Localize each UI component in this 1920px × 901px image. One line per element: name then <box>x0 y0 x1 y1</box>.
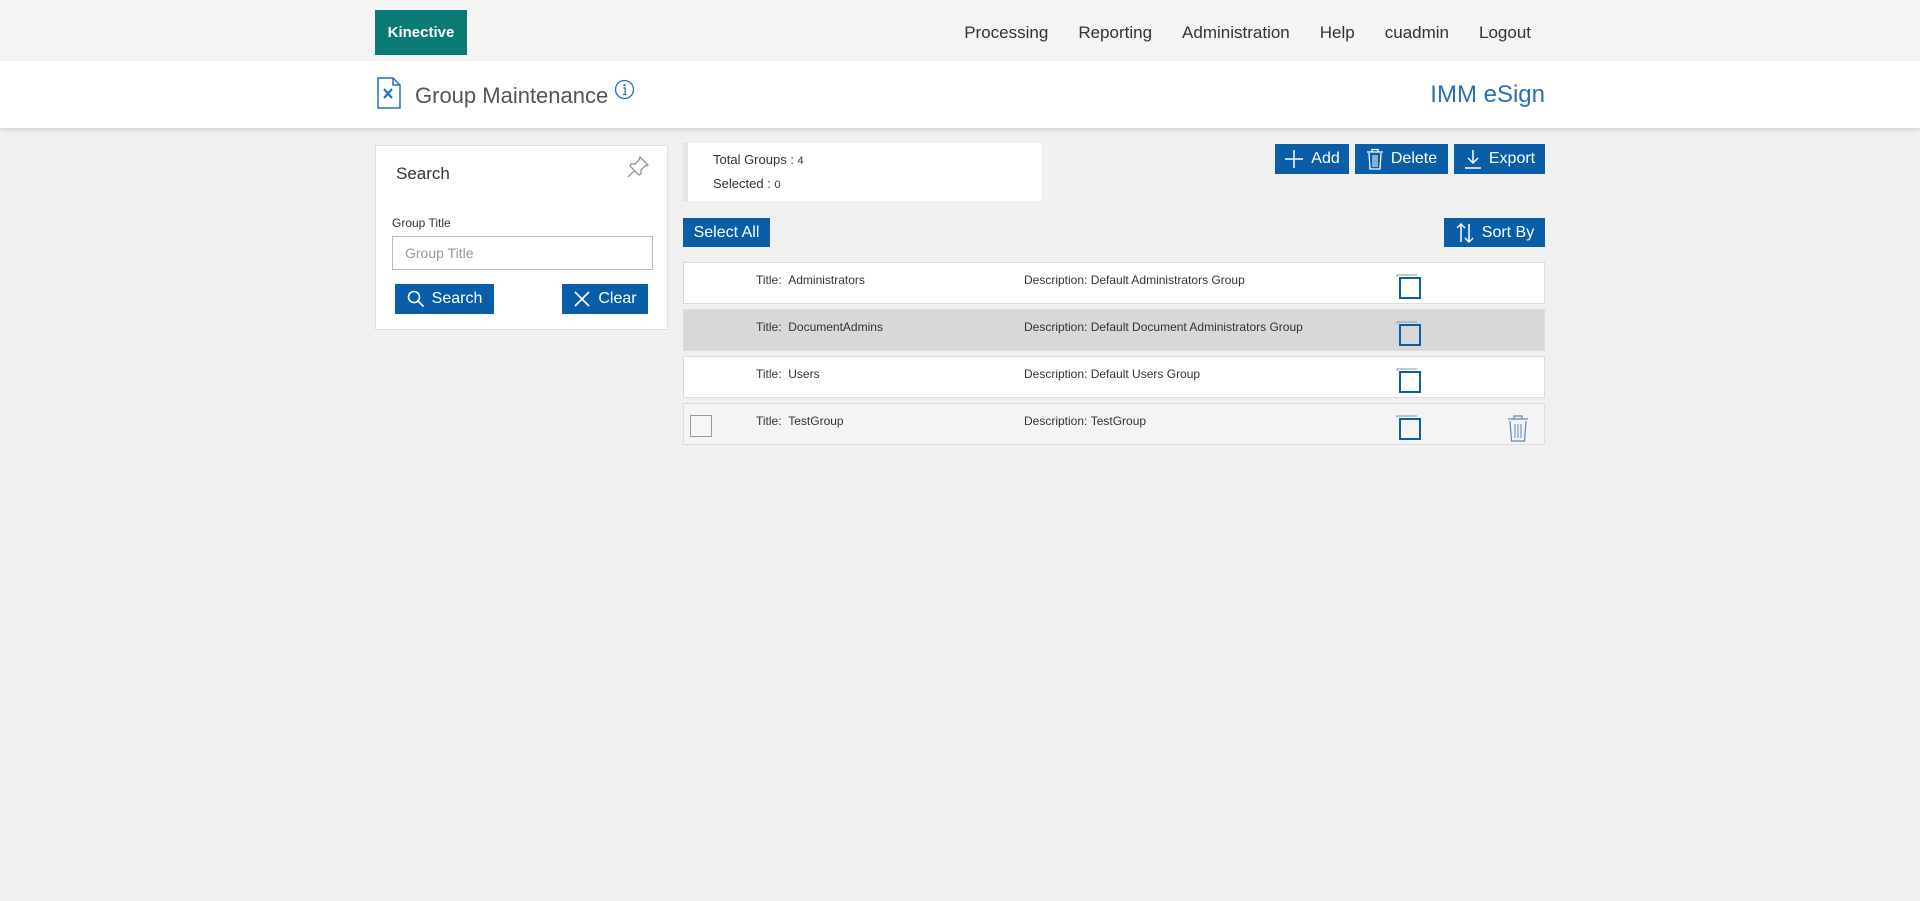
group-row[interactable]: Title: DocumentAdmins Description: Defau… <box>683 309 1545 351</box>
row-title: Title: Users <box>756 367 820 381</box>
groups-summary: Total Groups : 4 Selected : 0 <box>683 143 1042 201</box>
row-title: Title: TestGroup <box>756 414 844 428</box>
copy-icon[interactable] <box>1395 414 1423 447</box>
nav-logout[interactable]: Logout <box>1479 23 1531 43</box>
group-description: TestGroup <box>1090 414 1147 428</box>
page-title: Group Maintenance <box>415 83 609 108</box>
group-row[interactable]: Title: Administrators Description: Defau… <box>683 262 1545 304</box>
row-description: Description: Default Document Administra… <box>1024 320 1303 334</box>
nav-administration[interactable]: Administration <box>1182 23 1290 43</box>
select-all-label: Select All <box>693 223 760 241</box>
row-description: Description: Default Users Group <box>1024 367 1201 381</box>
group-row[interactable]: Title: Users Description: Default Users … <box>683 356 1545 398</box>
group-title-input[interactable] <box>392 236 653 270</box>
add-button-label: Add <box>1311 150 1340 167</box>
app-name: IMM eSign <box>1430 81 1545 108</box>
sort-by-label: Sort By <box>1481 223 1535 241</box>
search-panel: Search Group Title Search Clear <box>375 145 668 330</box>
export-button-label: Export <box>1488 150 1536 167</box>
nav-user[interactable]: cuadmin <box>1385 23 1449 43</box>
total-groups-value: 4 <box>797 155 804 167</box>
sort-by-button[interactable]: Sort By <box>1444 218 1545 247</box>
delete-button[interactable]: Delete <box>1355 144 1448 174</box>
nav-reporting[interactable]: Reporting <box>1078 23 1152 43</box>
group-title-label: Group Title <box>392 216 451 230</box>
info-icon[interactable] <box>614 79 635 105</box>
selected-label: Selected : <box>713 176 775 191</box>
copy-icon[interactable] <box>1395 320 1423 353</box>
kinective-logo[interactable]: Kinective <box>375 10 467 55</box>
clear-button-label: Clear <box>598 290 637 307</box>
clear-button[interactable]: Clear <box>562 284 648 314</box>
selected-value: 0 <box>774 179 781 191</box>
row-title: Title: DocumentAdmins <box>756 320 883 334</box>
search-button[interactable]: Search <box>395 284 494 314</box>
row-description: Description: Default Administrators Grou… <box>1024 273 1245 287</box>
row-description: Description: TestGroup <box>1024 414 1147 428</box>
delete-button-label: Delete <box>1390 150 1438 167</box>
title-bar: Group Maintenance IMM eSign <box>0 61 1920 128</box>
group-description: Default Users Group <box>1090 367 1201 381</box>
row-checkbox[interactable] <box>690 415 712 437</box>
trash-icon <box>1366 148 1383 170</box>
main-nav: Processing Reporting Administration Help… <box>934 0 1531 66</box>
total-groups: Total Groups : 4 <box>713 152 804 167</box>
group-title: DocumentAdmins <box>788 320 883 334</box>
selected-count: Selected : 0 <box>713 176 781 191</box>
nav-help[interactable]: Help <box>1320 23 1355 43</box>
group-title: Users <box>788 367 820 381</box>
search-heading: Search <box>396 164 450 183</box>
group-title: Administrators <box>788 273 865 287</box>
group-row[interactable]: Title: TestGroup Description: TestGroup <box>683 403 1545 445</box>
export-button[interactable]: Export <box>1454 144 1545 174</box>
document-x-icon <box>376 77 402 114</box>
group-description: Default Document Administrators Group <box>1090 320 1303 334</box>
select-all-button[interactable]: Select All <box>683 218 770 247</box>
close-icon <box>574 291 590 307</box>
group-description: Default Administrators Group <box>1090 273 1245 287</box>
search-icon <box>407 290 424 308</box>
copy-icon[interactable] <box>1395 273 1423 306</box>
total-groups-label: Total Groups : <box>713 152 798 167</box>
add-button[interactable]: Add <box>1275 144 1349 174</box>
plus-icon <box>1285 150 1304 168</box>
search-button-label: Search <box>431 290 483 307</box>
pin-icon[interactable] <box>625 154 651 185</box>
download-icon <box>1464 150 1481 169</box>
trash-icon[interactable] <box>1506 414 1530 447</box>
top-bar: Kinective Processing Reporting Administr… <box>0 0 1920 61</box>
copy-icon[interactable] <box>1395 367 1423 400</box>
group-title: TestGroup <box>788 414 844 428</box>
nav-processing[interactable]: Processing <box>964 23 1048 43</box>
row-title: Title: Administrators <box>756 273 865 287</box>
sort-icon <box>1456 222 1474 243</box>
